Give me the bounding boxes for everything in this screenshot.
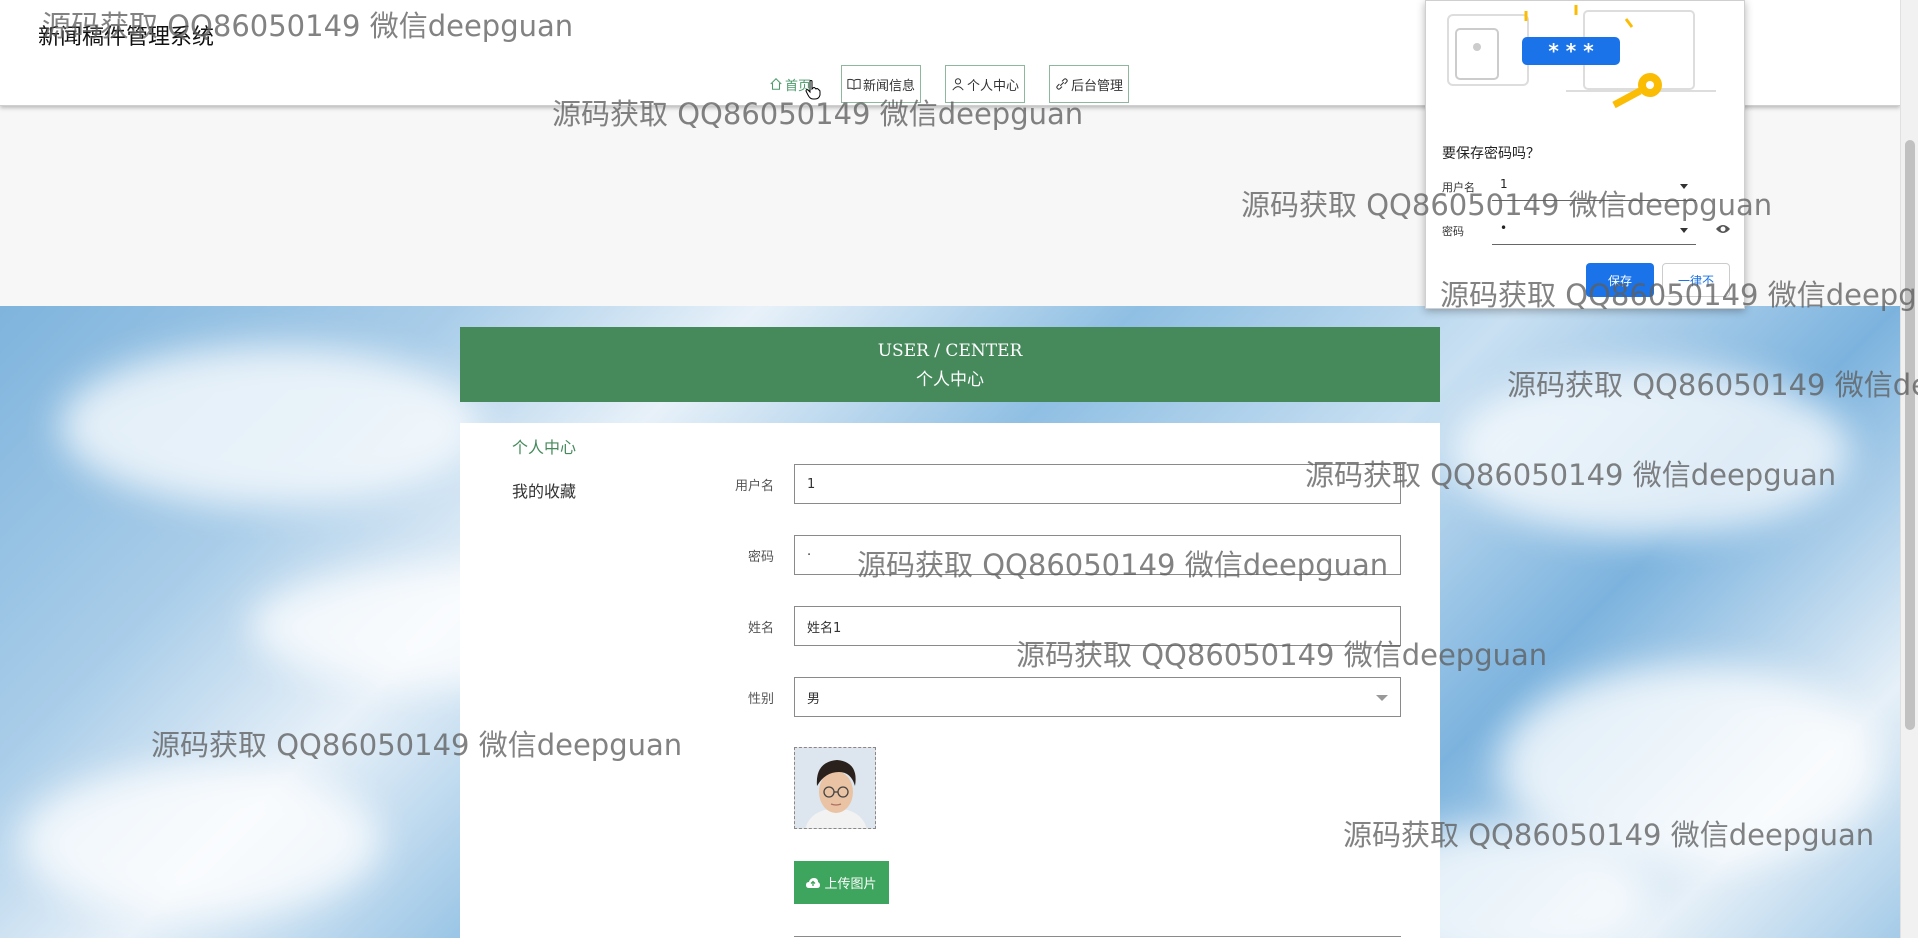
nav-admin[interactable]: 后台管理	[1049, 65, 1130, 103]
name-label: 姓名	[747, 621, 774, 636]
nav-news[interactable]: 新闻信息	[841, 65, 922, 103]
password-graphic-text: * * *	[1548, 39, 1594, 63]
popup-password-select[interactable]: •	[1492, 215, 1696, 245]
banner-title-cn: 个人中心	[916, 370, 984, 390]
password-input[interactable]: ·	[794, 535, 1401, 575]
mouse-cursor-icon	[805, 80, 821, 100]
main-nav: 首页 新闻信息 个人中心 后台管理	[763, 65, 1153, 103]
popup-username-select[interactable]: 1	[1492, 171, 1696, 201]
nav-user-center-label: 个人中心	[967, 78, 1020, 94]
popup-username-label: 用户名	[1442, 181, 1475, 194]
user-center-panel: 个人中心 我的收藏 用户名 1 密码 · 姓名 姓名1 性别 男 上传图片	[460, 423, 1440, 938]
gender-value: 男	[807, 691, 821, 707]
password-value: ·	[807, 547, 812, 563]
username-value: 1	[807, 476, 816, 492]
chevron-down-icon	[1376, 695, 1388, 701]
username-label: 用户名	[734, 479, 774, 494]
nav-user-center[interactable]: 个人中心	[945, 65, 1026, 103]
nav-admin-label: 后台管理	[1071, 78, 1124, 94]
never-save-button[interactable]: 一律不	[1662, 263, 1730, 297]
gender-select[interactable]: 男	[794, 677, 1401, 717]
password-label: 密码	[747, 550, 774, 565]
save-password-dialog: * * * 要保存密码吗？ 用户名 1 密码 • 保存 一律不	[1425, 0, 1745, 309]
eye-icon[interactable]	[1715, 223, 1731, 235]
save-password-button[interactable]: 保存	[1586, 263, 1654, 297]
popup-password-label: 密码	[1442, 225, 1464, 238]
scrollbar-thumb[interactable]	[1905, 140, 1915, 730]
nav-news-label: 新闻信息	[863, 78, 916, 94]
home-icon	[770, 78, 782, 90]
cloud-upload-icon	[806, 877, 821, 888]
name-input[interactable]: 姓名1	[794, 606, 1401, 646]
book-icon	[847, 78, 861, 90]
banner-title-en: USER / CENTER	[877, 341, 1023, 361]
user-center-banner: USER / CENTER 个人中心	[460, 327, 1440, 402]
site-title: 新闻稿件管理系统	[38, 25, 215, 50]
popup-username-value: 1	[1500, 177, 1508, 191]
save-password-title: 要保存密码吗？	[1442, 146, 1540, 162]
upload-button-label: 上传图片	[824, 877, 877, 892]
sidebar-item-favorites[interactable]: 我的收藏	[512, 478, 576, 502]
avatar[interactable]	[794, 747, 876, 829]
chevron-down-icon	[1680, 228, 1688, 233]
page-scrollbar[interactable]	[1900, 0, 1918, 938]
gender-label: 性别	[747, 692, 774, 707]
avatar-portrait-image	[795, 748, 875, 828]
password-key-illustration: * * *	[1447, 5, 1716, 109]
name-value: 姓名1	[807, 620, 842, 636]
popup-password-value: •	[1500, 221, 1508, 235]
chevron-down-icon	[1680, 184, 1688, 189]
user-icon	[952, 78, 964, 91]
username-input[interactable]: 1	[794, 464, 1401, 504]
link-icon	[1056, 78, 1068, 90]
upload-image-button[interactable]: 上传图片	[794, 861, 889, 904]
sidebar-item-user-center[interactable]: 个人中心	[512, 434, 576, 458]
